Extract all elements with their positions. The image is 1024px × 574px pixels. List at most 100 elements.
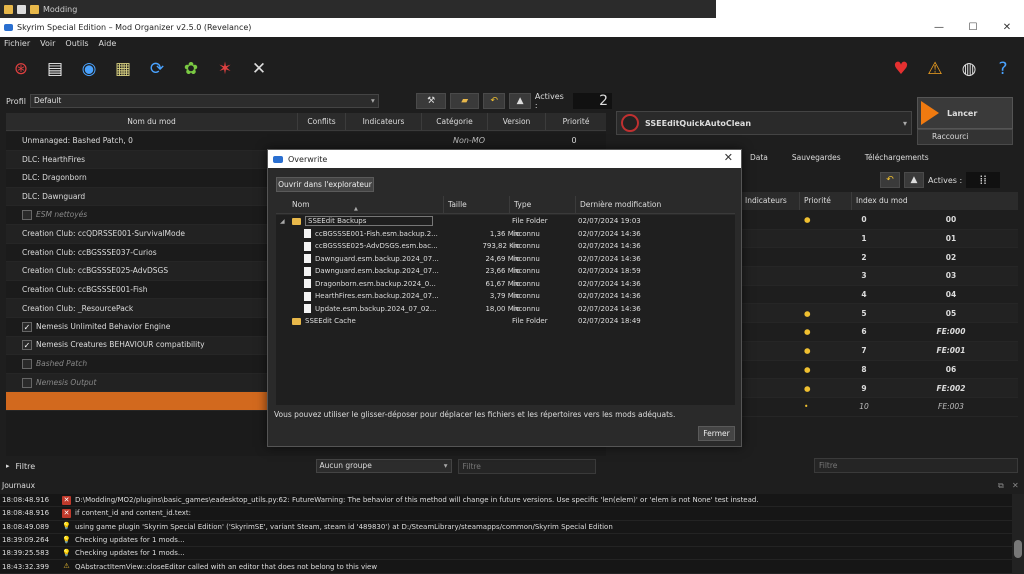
mod-checkbox[interactable] [22, 377, 32, 388]
col-file-name[interactable]: Nom [276, 196, 444, 213]
instance-icon[interactable]: ⊛ [8, 56, 34, 82]
mod-checkbox[interactable] [22, 210, 32, 221]
plugin-row[interactable]: • 10 FE:003 [740, 398, 1018, 417]
create-backup-button[interactable]: ▲ [509, 93, 531, 109]
file-row[interactable]: ◢ SSEEdit Backups File Folder 02/07/2024 19… [276, 215, 735, 228]
col-mod-name[interactable]: Nom du mod [6, 113, 298, 130]
expand-arrow-icon[interactable]: ◢ [280, 218, 288, 225]
menu-outils[interactable]: Outils [65, 37, 88, 51]
col-file-modified[interactable]: Dernière modification [576, 196, 735, 213]
plugin-filter-input[interactable]: Filtre [814, 458, 1018, 473]
nexus-icon[interactable]: ◉ [76, 56, 102, 82]
file-type: inconnu [512, 279, 540, 288]
file-row[interactable]: Dragonborn.esm.backup.2024_0... 61,67 Mio… [276, 278, 735, 291]
menu-aide[interactable]: Aide [99, 37, 117, 51]
plugin-row[interactable]: ● 6 FE:000 [740, 323, 1018, 342]
plugin-row[interactable]: 3 03 [740, 267, 1018, 286]
float-icon[interactable]: ⧉ [998, 481, 1004, 491]
dialog-close-icon[interactable]: ✕ [724, 151, 733, 164]
mod-checkbox[interactable] [22, 358, 32, 369]
file-row[interactable]: Dawnguard.esm.backup.2024_07... 24,69 Mio… [276, 253, 735, 266]
open-explorer-button[interactable]: Ouvrir dans l'explorateur [276, 177, 374, 192]
tab-downloads[interactable]: Téléchargements [853, 150, 941, 166]
plugin-row[interactable]: ● 8 06 [740, 361, 1018, 380]
menu-fichier[interactable]: Fichier [4, 37, 30, 51]
file-row[interactable]: SSEEdit Cache File Folder 02/07/2024 18:49 [276, 315, 735, 328]
heart-icon[interactable]: ♥ [888, 56, 914, 82]
mod-label: Nemesis Output [36, 377, 97, 387]
plugin-row[interactable]: ● 0 00 [740, 211, 1018, 230]
log-row[interactable]: 18:39:25.583 💡 Checking updates for 1 mods… [0, 547, 1012, 561]
settings-icon[interactable]: ✿ [178, 56, 204, 82]
help-icon[interactable]: ? [990, 56, 1016, 82]
plugin-row[interactable]: ● 9 FE:002 [740, 379, 1018, 398]
scrollbar-thumb[interactable] [1014, 540, 1022, 558]
group-select[interactable]: Aucun groupe [315, 459, 452, 473]
dialog-close-button[interactable]: Fermer [698, 426, 735, 441]
restore-backup-button[interactable]: ↶ [483, 93, 506, 109]
close-window-button[interactable]: ✕ [990, 18, 1024, 37]
maximize-button[interactable]: ☐ [956, 18, 990, 37]
plugin-row[interactable]: 4 04 [740, 286, 1018, 305]
update-icon[interactable]: ◍ [956, 56, 982, 82]
file-size: 793,82 Kio [482, 242, 520, 251]
backup-plugins-button[interactable]: ▲ [904, 172, 924, 188]
warning-icon[interactable]: ⚠ [922, 56, 948, 82]
log-row[interactable]: 18:08:49.089 💡 using game plugin 'Skyrim S… [0, 521, 1012, 534]
log-row[interactable]: 18:08:48.916 ✕ if content_id and content_i… [0, 507, 1012, 521]
mod-row[interactable]: Unmanaged: Bashed Patch, 0 Non-MO 0 [6, 132, 606, 151]
tab-data[interactable]: Data [738, 150, 780, 166]
file-name: Update.esm.backup.2024_07_02... [315, 304, 437, 313]
profiles-icon[interactable]: ▤ [42, 56, 68, 82]
shortcut-button[interactable]: Raccourci [917, 129, 1013, 145]
refresh-icon[interactable]: ⟳ [144, 56, 170, 82]
tab-saves[interactable]: Sauvegardes [780, 150, 853, 166]
col-category[interactable]: Catégorie [422, 113, 488, 130]
col-plugin-priority[interactable]: Priorité [800, 192, 852, 210]
col-priority[interactable]: Priorité [546, 113, 606, 130]
col-file-size[interactable]: Taille [444, 196, 510, 213]
executable-select[interactable]: SSEEditQuickAutoClean ▾ [616, 111, 912, 135]
tools-icon[interactable]: ✶ [212, 56, 238, 82]
col-indicators[interactable]: Indicateurs [346, 113, 422, 130]
file-row[interactable]: Update.esm.backup.2024_07_02... 18,00 Mio… [276, 303, 735, 316]
wrench-icon[interactable]: ✕ [246, 56, 272, 82]
log-row[interactable]: 18:43:32.399 ⚠ QAbstractItemView::closeEdi… [0, 560, 1012, 574]
file-icon [304, 279, 311, 289]
run-button[interactable]: Lancer [917, 97, 1013, 129]
col-file-type[interactable]: Type [510, 196, 576, 213]
file-row[interactable]: ccBGSSSE001-Fish.esm.backup.2... 1,36 Mio… [276, 228, 735, 241]
plugin-list: ● 0 00 1 01 2 02 3 03 4 04 ● 5 05 ● 6 FE:000 ● 7 FE:001 ● 8 06… [740, 211, 1018, 451]
col-plugin-indicators[interactable]: Indicateurs [740, 192, 800, 210]
tools-menu-button[interactable]: ⚒ [416, 93, 446, 109]
mod-filter-input[interactable]: Filtre [457, 458, 596, 474]
log-scrollbar[interactable] [1012, 494, 1024, 574]
close-icon[interactable]: ✕ [1012, 481, 1019, 490]
mod-checkbox[interactable]: ✓ [22, 321, 32, 332]
plugin-row[interactable]: ● 7 FE:001 [740, 341, 1018, 361]
open-folder-button[interactable]: ▰ [449, 93, 480, 109]
restore-plugins-button[interactable]: ↶ [880, 172, 900, 188]
profile-select[interactable]: Default [29, 94, 379, 108]
log-row[interactable]: 18:08:48.916 ✕ D:\Modding/MO2/plugins\basi… [0, 494, 1012, 508]
plugin-row[interactable]: ● 5 05 [740, 304, 1018, 324]
file-size: 18,00 Mio [485, 304, 520, 313]
plugin-row[interactable]: 1 01 [740, 229, 1018, 249]
file-row[interactable]: ccBGSSSE025-AdvDSGS.esm.bac... 793,82 Kio… [276, 240, 735, 253]
desktop-area [716, 0, 1024, 18]
plugin-indicator-icon: ● [804, 215, 811, 225]
plugin-row[interactable]: 2 02 [740, 248, 1018, 268]
menu-voir[interactable]: Voir [40, 37, 55, 51]
col-version[interactable]: Version [488, 113, 546, 130]
file-row[interactable]: Dawnguard.esm.backup.2024_07... 23,66 Mio… [276, 265, 735, 278]
edit-executables-icon[interactable]: ▦ [110, 56, 136, 82]
minimize-button[interactable]: — [922, 18, 956, 37]
chevron-down-icon: ▾ [902, 118, 907, 128]
filter-toggle-icon[interactable]: ▸ [6, 462, 10, 470]
col-mod-index[interactable]: Index du mod [852, 192, 1018, 210]
mod-checkbox[interactable]: ✓ [22, 340, 32, 351]
file-row[interactable]: HearthFires.esm.backup.2024_07... 3,79 Mi… [276, 290, 735, 303]
mod-name: Bashed Patch [6, 358, 298, 369]
log-row[interactable]: 18:39:09.264 💡 Checking updates for 1 mods… [0, 534, 1012, 548]
col-conflicts[interactable]: Conflits [298, 113, 346, 130]
